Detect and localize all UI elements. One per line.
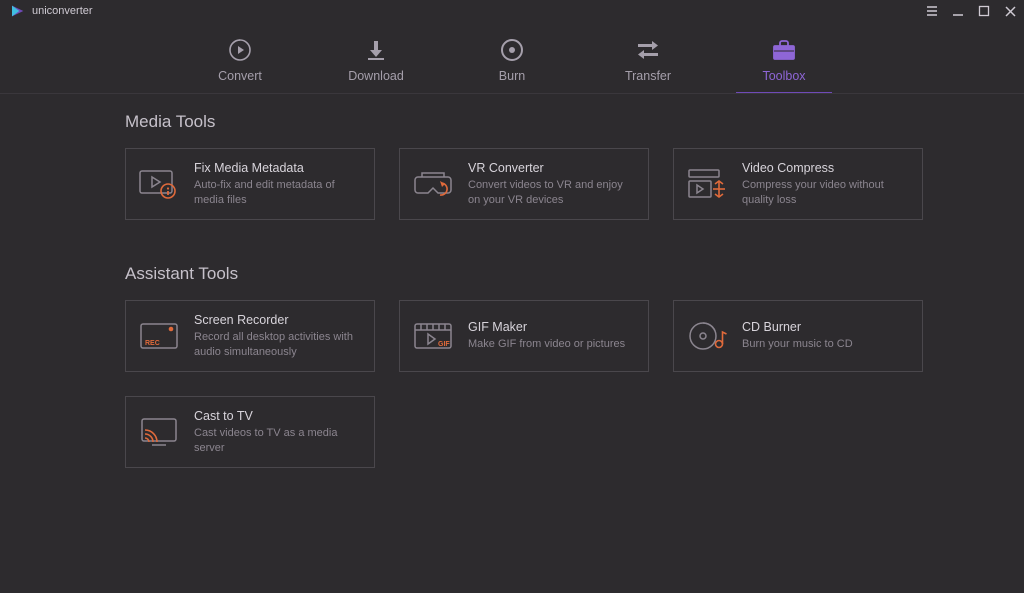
card-desc: Compress your video without quality loss (742, 178, 908, 208)
card-desc: Convert videos to VR and enjoy on your V… (468, 178, 634, 208)
vr-icon (412, 164, 456, 204)
tab-toolbox[interactable]: Toolbox (736, 37, 832, 93)
gif-icon: GIF (412, 316, 456, 356)
compress-icon (686, 164, 730, 204)
media-metadata-icon (138, 164, 182, 204)
toolbox-icon (771, 37, 797, 63)
titlebar: uniconverter (0, 0, 1024, 22)
card-title: CD Burner (742, 320, 853, 334)
card-desc: Make GIF from video or pictures (468, 337, 625, 352)
download-icon (364, 37, 388, 63)
card-fix-media-metadata[interactable]: Fix Media Metadata Auto-fix and edit met… (125, 148, 375, 220)
card-video-compress[interactable]: Video Compress Compress your video witho… (673, 148, 923, 220)
tab-transfer[interactable]: Transfer (600, 37, 696, 93)
window-controls (924, 3, 1018, 19)
card-title: Fix Media Metadata (194, 161, 360, 175)
content-area: Media Tools Fix Media Metadata Auto-fix … (0, 94, 1024, 468)
card-desc: Record all desktop activities with audio… (194, 330, 360, 360)
card-desc: Cast videos to TV as a media server (194, 426, 360, 456)
card-title: GIF Maker (468, 320, 625, 334)
nav-label: Download (348, 69, 404, 83)
card-row: REC Screen Recorder Record all desktop a… (125, 300, 925, 468)
tab-burn[interactable]: Burn (464, 37, 560, 93)
svg-text:GIF: GIF (438, 341, 450, 348)
card-title: Screen Recorder (194, 313, 360, 327)
section-media-tools: Media Tools Fix Media Metadata Auto-fix … (125, 112, 1024, 220)
card-text: Fix Media Metadata Auto-fix and edit met… (194, 161, 360, 208)
card-text: GIF Maker Make GIF from video or picture… (468, 320, 625, 352)
cast-icon (138, 412, 182, 452)
transfer-icon (635, 37, 661, 63)
card-cast-to-tv[interactable]: Cast to TV Cast videos to TV as a media … (125, 396, 375, 468)
app-name: uniconverter (32, 5, 93, 17)
card-title: VR Converter (468, 161, 634, 175)
card-desc: Burn your music to CD (742, 337, 853, 352)
maximize-icon[interactable] (976, 3, 992, 19)
tab-download[interactable]: Download (328, 37, 424, 93)
cd-burner-icon (686, 316, 730, 356)
topnav: Convert Download Burn Transfer (0, 22, 1024, 94)
minimize-icon[interactable] (950, 3, 966, 19)
card-row: Fix Media Metadata Auto-fix and edit met… (125, 148, 925, 220)
nav-label: Transfer (625, 69, 671, 83)
card-text: Screen Recorder Record all desktop activ… (194, 313, 360, 360)
section-title: Media Tools (125, 112, 1024, 132)
nav-label: Burn (499, 69, 525, 83)
section-title: Assistant Tools (125, 264, 1024, 284)
screen-recorder-icon: REC (138, 316, 182, 356)
close-icon[interactable] (1002, 3, 1018, 19)
card-text: Cast to TV Cast videos to TV as a media … (194, 409, 360, 456)
card-text: Video Compress Compress your video witho… (742, 161, 908, 208)
card-text: VR Converter Convert videos to VR and en… (468, 161, 634, 208)
tab-convert[interactable]: Convert (192, 37, 288, 93)
section-assistant-tools: Assistant Tools REC Screen Recorder Reco… (125, 264, 1024, 468)
svg-text:REC: REC (145, 340, 160, 347)
convert-icon (227, 37, 253, 63)
card-gif-maker[interactable]: GIF GIF Maker Make GIF from video or pic… (399, 300, 649, 372)
app-logo-icon (10, 3, 26, 19)
card-vr-converter[interactable]: VR Converter Convert videos to VR and en… (399, 148, 649, 220)
card-text: CD Burner Burn your music to CD (742, 320, 853, 352)
nav-label: Convert (218, 69, 262, 83)
card-title: Cast to TV (194, 409, 360, 423)
menu-icon[interactable] (924, 3, 940, 19)
card-desc: Auto-fix and edit metadata of media file… (194, 178, 360, 208)
card-screen-recorder[interactable]: REC Screen Recorder Record all desktop a… (125, 300, 375, 372)
burn-icon (499, 37, 525, 63)
card-cd-burner[interactable]: CD Burner Burn your music to CD (673, 300, 923, 372)
brand: uniconverter (10, 3, 93, 19)
card-title: Video Compress (742, 161, 908, 175)
nav-label: Toolbox (762, 69, 805, 83)
